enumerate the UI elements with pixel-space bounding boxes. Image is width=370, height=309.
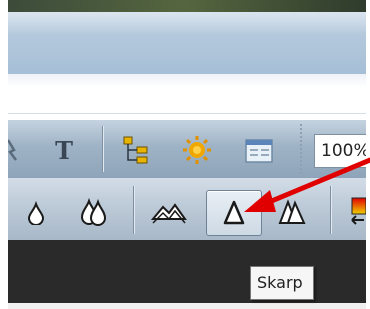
- window-icon[interactable]: [242, 136, 276, 166]
- tooltip-text: Skarp: [257, 273, 303, 292]
- text-tool-button[interactable]: T: [50, 135, 78, 165]
- toolbar-separator: [330, 186, 331, 234]
- hierarchy-icon[interactable]: [120, 134, 152, 166]
- zoom-value: 100%: [321, 141, 366, 161]
- toolbar-grip: [300, 124, 302, 174]
- mountain-icon[interactable]: [150, 198, 188, 226]
- gradient-icon[interactable]: [348, 196, 366, 228]
- toolbar-separator: [133, 186, 134, 234]
- cursor-icon[interactable]: [8, 136, 22, 162]
- bottom-strip: [8, 303, 366, 309]
- sharp-cone-icon: [218, 198, 250, 228]
- window-frame-top: [0, 0, 370, 12]
- text-icon: T: [55, 135, 73, 165]
- tooltip: Skarp: [250, 266, 314, 300]
- window-frame-left: [0, 0, 8, 309]
- double-drop-icon[interactable]: [78, 196, 110, 228]
- menu-bar: [8, 74, 366, 120]
- toolbar-separator: [102, 126, 103, 172]
- sun-icon[interactable]: [180, 134, 214, 166]
- title-bar: [8, 12, 366, 74]
- window-frame-right: [366, 0, 370, 309]
- double-cone-icon[interactable]: [276, 198, 308, 228]
- zoom-input[interactable]: 100%: [314, 134, 366, 168]
- drop-icon[interactable]: [22, 198, 50, 228]
